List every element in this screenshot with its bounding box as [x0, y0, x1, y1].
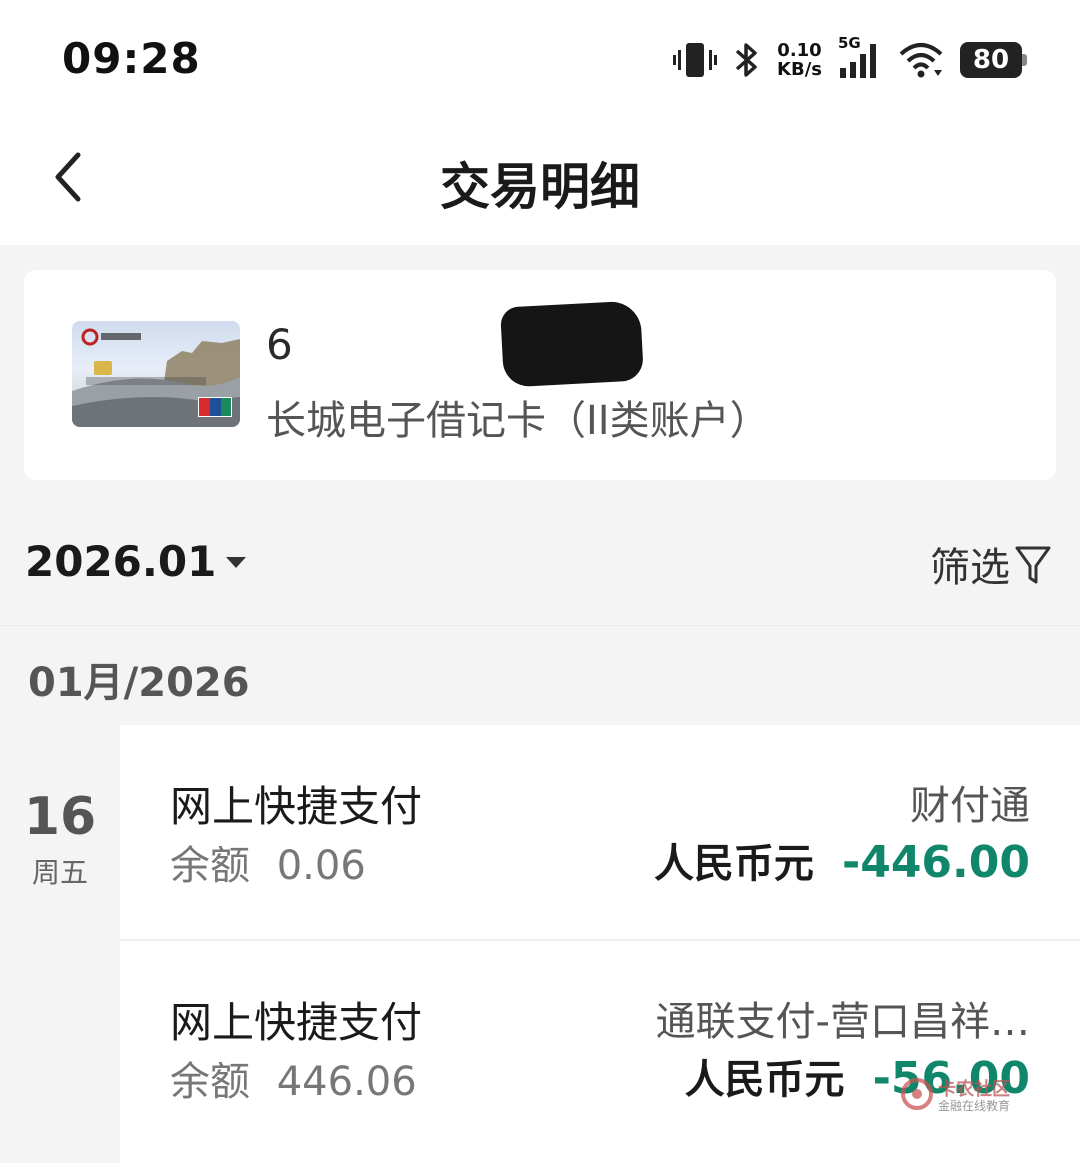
battery-level: 80	[972, 45, 1010, 75]
transaction-item[interactable]: 网上快捷支付 余额 446.06 通联支付-营口昌祥… 人民币元 -56.00	[120, 939, 1080, 1152]
redaction-mark	[500, 300, 644, 388]
transaction-title: 网上快捷支付	[170, 998, 423, 1047]
net-speed-value: 0.10	[777, 40, 822, 61]
caret-down-icon	[226, 556, 247, 568]
month-filter-bar: 2026.01 筛选	[0, 505, 1080, 625]
transaction-item[interactable]: 网上快捷支付 余额 0.06 财付通 人民币元 -446.00	[120, 725, 1080, 938]
transaction-balance: 余额 0.06	[170, 833, 366, 891]
card-name: 长城电子借记卡（II类账户）	[266, 398, 770, 444]
bluetooth-icon	[733, 40, 761, 80]
nav-header: 交易明细	[0, 115, 1080, 245]
date-column: 16 周五	[0, 725, 120, 1163]
status-bar: 09:28 0.10 KB/s 5G 80	[0, 0, 1080, 115]
transaction-amount: -446.00	[841, 837, 1030, 888]
card-panel[interactable]: 6 长城电子借记卡（II类账户）	[24, 270, 1056, 480]
watermark: 卡农社区 金融在线教育	[900, 1075, 1030, 1115]
month-label: 2026.01	[25, 537, 217, 586]
filter-button[interactable]: 筛选	[930, 535, 1052, 593]
transaction-currency: 人民币元	[653, 841, 814, 887]
net-speed: 0.10 KB/s	[777, 41, 822, 79]
group-label: 01月/2026	[28, 660, 250, 706]
signal-icon: 5G	[838, 34, 882, 80]
status-time: 09:28	[62, 34, 201, 83]
status-icons: 0.10 KB/s 5G 80	[673, 34, 1027, 82]
balance-value: 0.06	[276, 843, 366, 889]
filter-label: 筛选	[930, 545, 1010, 591]
transaction-title: 网上快捷支付	[170, 782, 423, 831]
vibrate-icon	[673, 40, 718, 80]
transaction-merchant: 通联支付-营口昌祥…	[655, 999, 1030, 1045]
bank-card-image	[72, 321, 240, 427]
transaction-currency: 人民币元	[684, 1057, 845, 1103]
wifi-icon	[898, 40, 944, 80]
page-title: 交易明细	[440, 158, 640, 216]
transaction-balance: 余额 446.06	[170, 1049, 417, 1107]
date-day: 16	[23, 787, 97, 847]
balance-label: 余额	[170, 1059, 250, 1105]
card-number: 6	[266, 320, 293, 369]
watermark-logo-icon	[901, 1078, 933, 1110]
transaction-merchant: 财付通	[910, 783, 1030, 829]
date-weekday: 周五	[31, 856, 88, 889]
balance-label: 余额	[170, 843, 250, 889]
balance-value: 446.06	[276, 1059, 417, 1105]
filter-icon	[1015, 546, 1051, 584]
group-header: 01月/2026	[0, 625, 1080, 725]
month-selector[interactable]: 2026.01	[25, 537, 248, 586]
net-speed-unit: KB/s	[777, 59, 822, 80]
battery-icon: 80	[960, 42, 1027, 78]
watermark-subtitle: 金融在线教育	[938, 1099, 1011, 1113]
transaction-amount-row: 人民币元 -446.00	[654, 831, 1030, 889]
network-type: 5G	[838, 34, 861, 52]
